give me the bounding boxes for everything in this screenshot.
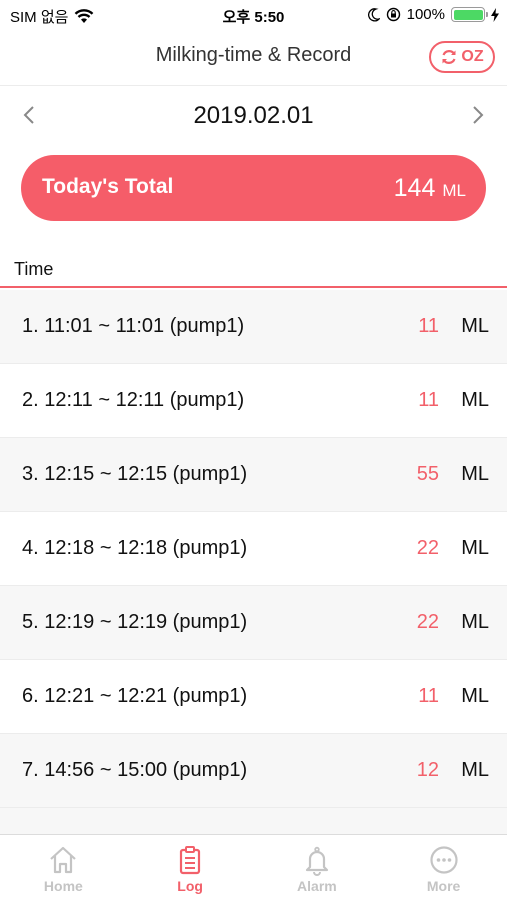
record-row[interactable]: 2. 12:11 ~ 12:11 (pump1) 11 ML — [0, 364, 507, 438]
bell-icon — [305, 846, 328, 876]
tab-bar: Home Log Alarm More — [0, 834, 507, 900]
record-time: 5. 12:19 ~ 12:19 (pump1) — [22, 611, 248, 633]
record-row[interactable]: 3. 12:15 ~ 12:15 (pump1) 55 ML — [0, 438, 507, 512]
status-bar: SIM 없음 오후 5:50 100% — [0, 0, 507, 30]
record-row[interactable]: 7. 14:56 ~ 15:00 (pump1) 12 ML — [0, 734, 507, 808]
app-header: Milking-time & Record OZ — [0, 30, 507, 86]
record-row[interactable]: 4. 12:18 ~ 12:18 (pump1) 22 ML — [0, 512, 507, 586]
record-unit: ML — [461, 389, 489, 411]
record-amount: 11 — [418, 389, 439, 411]
battery-percent: 100% — [406, 6, 445, 23]
todays-total-value: 144 ML — [394, 174, 466, 203]
unit-toggle-label: OZ — [461, 48, 484, 65]
home-icon — [50, 846, 77, 874]
battery-icon — [451, 7, 488, 22]
record-unit: ML — [461, 463, 489, 485]
todays-total-label: Today's Total — [42, 175, 174, 198]
record-unit: ML — [461, 759, 489, 781]
record-row[interactable]: 1. 11:01 ~ 11:01 (pump1) 11 ML — [0, 290, 507, 364]
record-time: 7. 14:56 ~ 15:00 (pump1) — [22, 759, 248, 781]
record-amount: 22 — [416, 537, 439, 559]
next-day-button[interactable] — [468, 104, 488, 126]
record-time: 4. 12:18 ~ 12:18 (pump1) — [22, 537, 248, 559]
record-amount: 22 — [416, 611, 439, 633]
todays-total-banner: Today's Total 144 ML — [21, 155, 486, 221]
refresh-icon — [442, 50, 456, 64]
record-time: 2. 12:11 ~ 12:11 (pump1) — [22, 389, 245, 411]
tab-home-label: Home — [43, 878, 83, 894]
record-unit: ML — [461, 611, 489, 633]
record-amount: 11 — [418, 315, 439, 337]
current-date: 2019.02.01 — [193, 102, 314, 129]
charging-bolt-icon — [491, 7, 499, 22]
record-amount: 12 — [416, 759, 439, 781]
battery-fill — [453, 9, 483, 20]
unit-toggle-button[interactable]: OZ — [429, 41, 495, 73]
record-row[interactable]: 6. 12:21 ~ 12:21 (pump1) 11 ML — [0, 660, 507, 734]
todays-total-unit: ML — [442, 181, 466, 200]
tab-alarm[interactable]: Alarm — [254, 835, 381, 900]
tab-log[interactable]: Log — [127, 835, 254, 900]
todays-total-number: 144 — [393, 174, 436, 202]
record-unit: ML — [461, 685, 489, 707]
status-right: 100% — [367, 6, 499, 23]
record-amount: 11 — [418, 685, 439, 707]
date-navigator: 2019.02.01 — [0, 86, 507, 144]
list-filler — [0, 808, 507, 834]
record-amount: 55 — [416, 463, 439, 485]
chevron-right-icon — [473, 106, 484, 124]
record-time: 6. 12:21 ~ 12:21 (pump1) — [22, 685, 248, 707]
time-column-label: Time — [14, 259, 54, 279]
clipboard-icon — [180, 846, 201, 875]
tab-more[interactable]: More — [380, 835, 507, 900]
record-row[interactable]: 5. 12:19 ~ 12:19 (pump1) 22 ML — [0, 586, 507, 660]
list-column-header: Time — [0, 252, 507, 288]
record-time: 3. 12:15 ~ 12:15 (pump1) — [22, 463, 248, 485]
record-time: 1. 11:01 ~ 11:01 (pump1) — [22, 315, 245, 337]
record-list[interactable]: 1. 11:01 ~ 11:01 (pump1) 11 ML 2. 12:11 … — [0, 290, 507, 808]
moon-icon — [367, 7, 380, 21]
tab-log-label: Log — [177, 878, 203, 894]
orientation-lock-icon — [386, 7, 400, 22]
record-unit: ML — [461, 537, 489, 559]
record-unit: ML — [461, 315, 489, 337]
tab-alarm-label: Alarm — [297, 878, 337, 894]
more-icon — [430, 846, 458, 874]
tab-more-label: More — [426, 878, 461, 894]
tab-home[interactable]: Home — [0, 835, 127, 900]
